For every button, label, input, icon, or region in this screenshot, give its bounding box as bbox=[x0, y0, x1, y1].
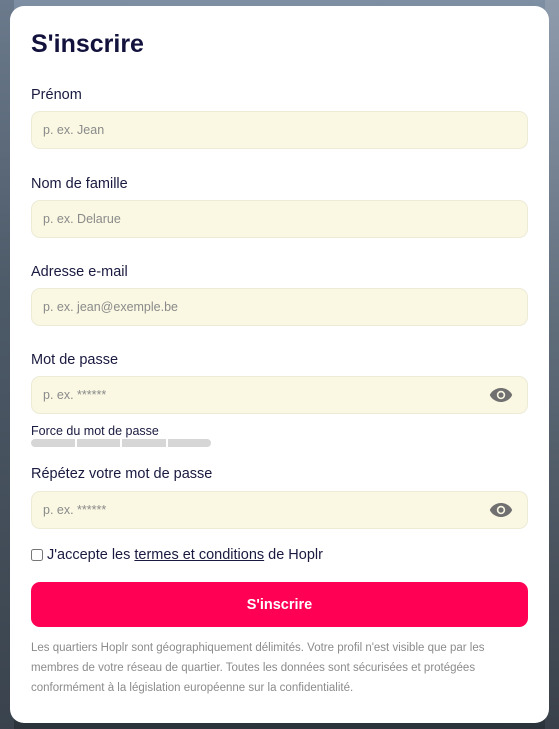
last-name-input[interactable] bbox=[32, 201, 527, 237]
password-strength-meter bbox=[31, 439, 211, 447]
password-label: Mot de passe bbox=[31, 352, 119, 368]
strength-segment bbox=[31, 439, 75, 447]
strength-segment bbox=[122, 439, 166, 447]
terms-prefix: J'accepte les bbox=[47, 547, 131, 563]
page-title: S'inscrire bbox=[31, 30, 144, 58]
email-input[interactable] bbox=[32, 289, 527, 325]
password-strength-label: Force du mot de passe bbox=[31, 424, 159, 438]
terms-row: J'accepte les termes et conditions de Ho… bbox=[31, 545, 528, 565]
email-label: Adresse e-mail bbox=[31, 264, 128, 280]
eye-icon[interactable] bbox=[489, 387, 513, 403]
first-name-field[interactable] bbox=[31, 111, 528, 149]
first-name-input[interactable] bbox=[32, 112, 527, 148]
signup-card: S'inscrire Prénom Nom de famille Adresse… bbox=[10, 6, 549, 723]
terms-link[interactable]: termes et conditions bbox=[134, 547, 264, 563]
last-name-field[interactable] bbox=[31, 200, 528, 238]
first-name-label: Prénom bbox=[31, 87, 82, 103]
password-repeat-field[interactable] bbox=[31, 491, 528, 529]
password-repeat-input[interactable] bbox=[32, 492, 527, 528]
eye-icon[interactable] bbox=[489, 502, 513, 518]
strength-segment bbox=[76, 439, 120, 447]
password-input[interactable] bbox=[32, 377, 527, 413]
password-field[interactable] bbox=[31, 376, 528, 414]
privacy-note: Les quartiers Hoplr sont géographiquemen… bbox=[31, 642, 485, 694]
last-name-label: Nom de famille bbox=[31, 176, 128, 192]
email-field[interactable] bbox=[31, 288, 528, 326]
password-repeat-label: Répétez votre mot de passe bbox=[31, 466, 213, 482]
terms-suffix: de Hoplr bbox=[268, 547, 323, 563]
strength-segment bbox=[167, 439, 211, 447]
terms-checkbox[interactable] bbox=[31, 549, 43, 561]
signup-button[interactable]: S'inscrire bbox=[31, 582, 528, 627]
